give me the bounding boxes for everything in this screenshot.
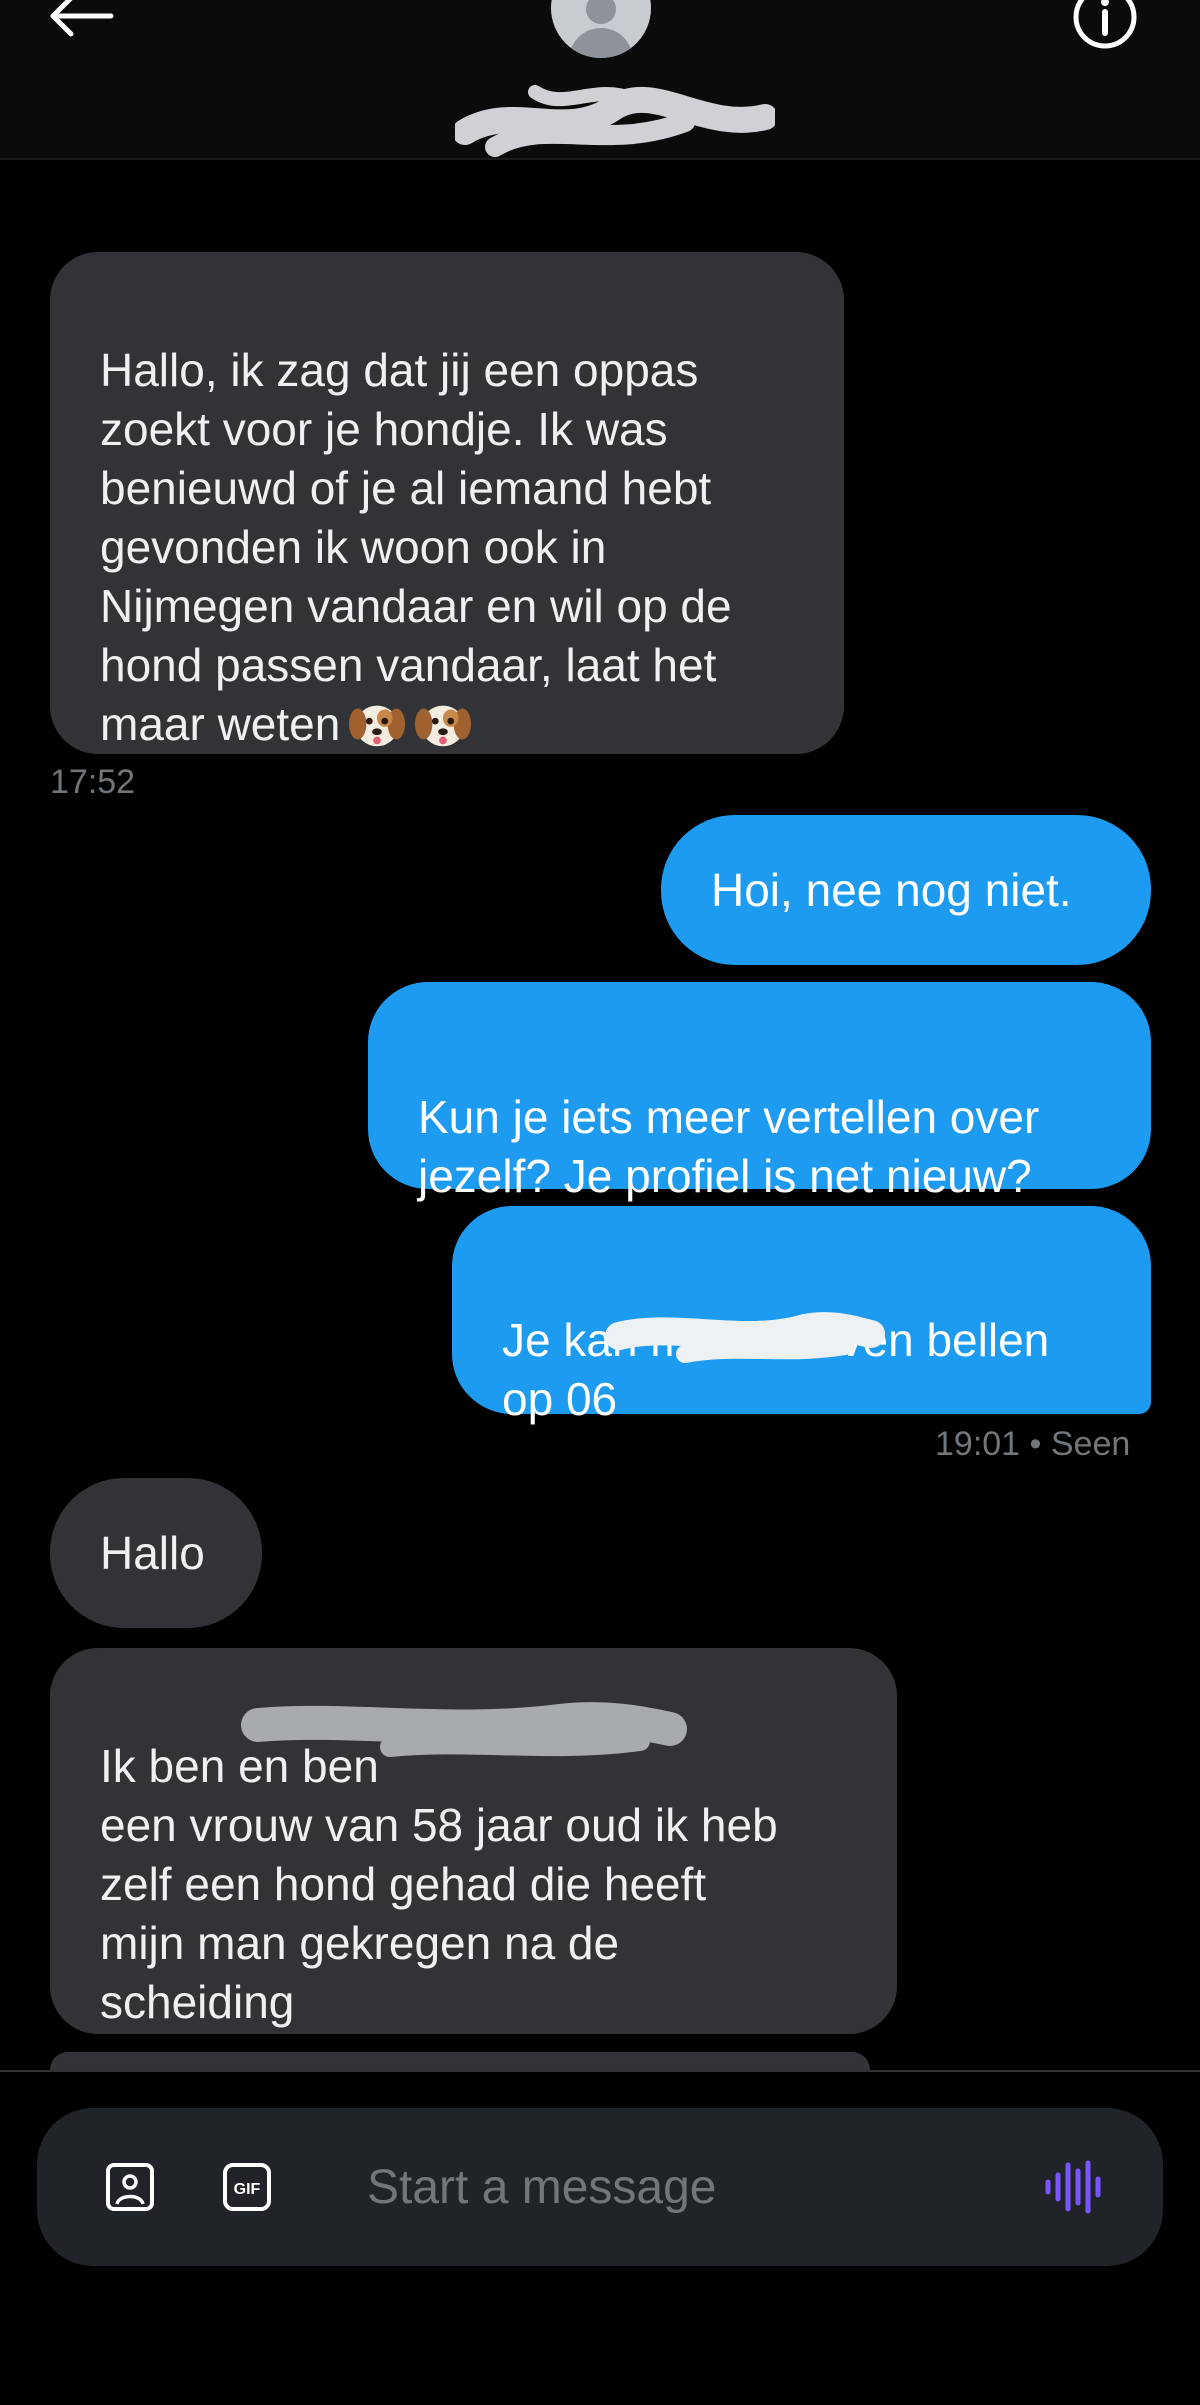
message-input-placeholder: Start a message (367, 2160, 717, 2214)
conversation-header (0, 0, 1200, 160)
message-bubble-incoming[interactable]: Hallo, ik zag dat jij een oppas zoekt vo… (50, 252, 844, 754)
message-timestamp: 19:01 • Seen (935, 1425, 1131, 1463)
message-bubble-incoming[interactable]: Ik ben en ben een vrouw van 58 jaar oud … (50, 1648, 897, 2034)
svg-text:GIF: GIF (234, 2181, 261, 2198)
message-text: Ik ben en ben een vrouw van 58 jaar oud … (100, 1740, 778, 2028)
message-bubble-outgoing[interactable]: Kun je iets meer vertellen over jezelf? … (368, 982, 1151, 1202)
composer-divider (0, 2070, 1200, 2072)
default-avatar-icon (586, 0, 616, 24)
message-bubble-incoming[interactable]: Hallo (50, 1478, 262, 1628)
voice-waveform-icon (1045, 2160, 1101, 2214)
add-gif-button[interactable]: GIF (217, 2157, 277, 2217)
message-composer: GIF Start a message (37, 2108, 1163, 2266)
contact-name-redacted (455, 85, 775, 157)
message-timestamp: 17:52 (50, 763, 136, 801)
message-text: Je kan me ook even bellen op 06 (502, 1314, 1050, 1425)
message-input[interactable]: Start a message (367, 2108, 717, 2266)
dog-face-emoji (349, 705, 406, 747)
message-text: Hallo (100, 1526, 205, 1579)
message-bubble-outgoing[interactable]: Hoi, nee nog niet. (661, 815, 1151, 965)
message-text: Kun je iets meer vertellen over jezelf? … (418, 1091, 1040, 1202)
message-bubble-incoming-partial[interactable] (50, 2052, 870, 2070)
back-button[interactable] (40, 0, 120, 46)
info-circle-icon (1073, 0, 1137, 49)
dog-face-emoji (415, 705, 472, 747)
gif-icon: GIF (223, 2163, 271, 2211)
message-bubble-outgoing[interactable]: Je kan me ook even bellen op 06 (452, 1206, 1151, 1425)
message-text: Hallo, ik zag dat jij een oppas zoekt vo… (100, 344, 732, 750)
image-icon (106, 2163, 154, 2211)
add-media-button[interactable] (100, 2157, 160, 2217)
voice-message-button[interactable] (1042, 2155, 1106, 2219)
conversation-info-button[interactable] (1068, 0, 1142, 54)
message-text: Hoi, nee nog niet. (711, 863, 1072, 916)
arrow-left-icon (50, 0, 114, 37)
contact-avatar[interactable] (551, 0, 651, 58)
